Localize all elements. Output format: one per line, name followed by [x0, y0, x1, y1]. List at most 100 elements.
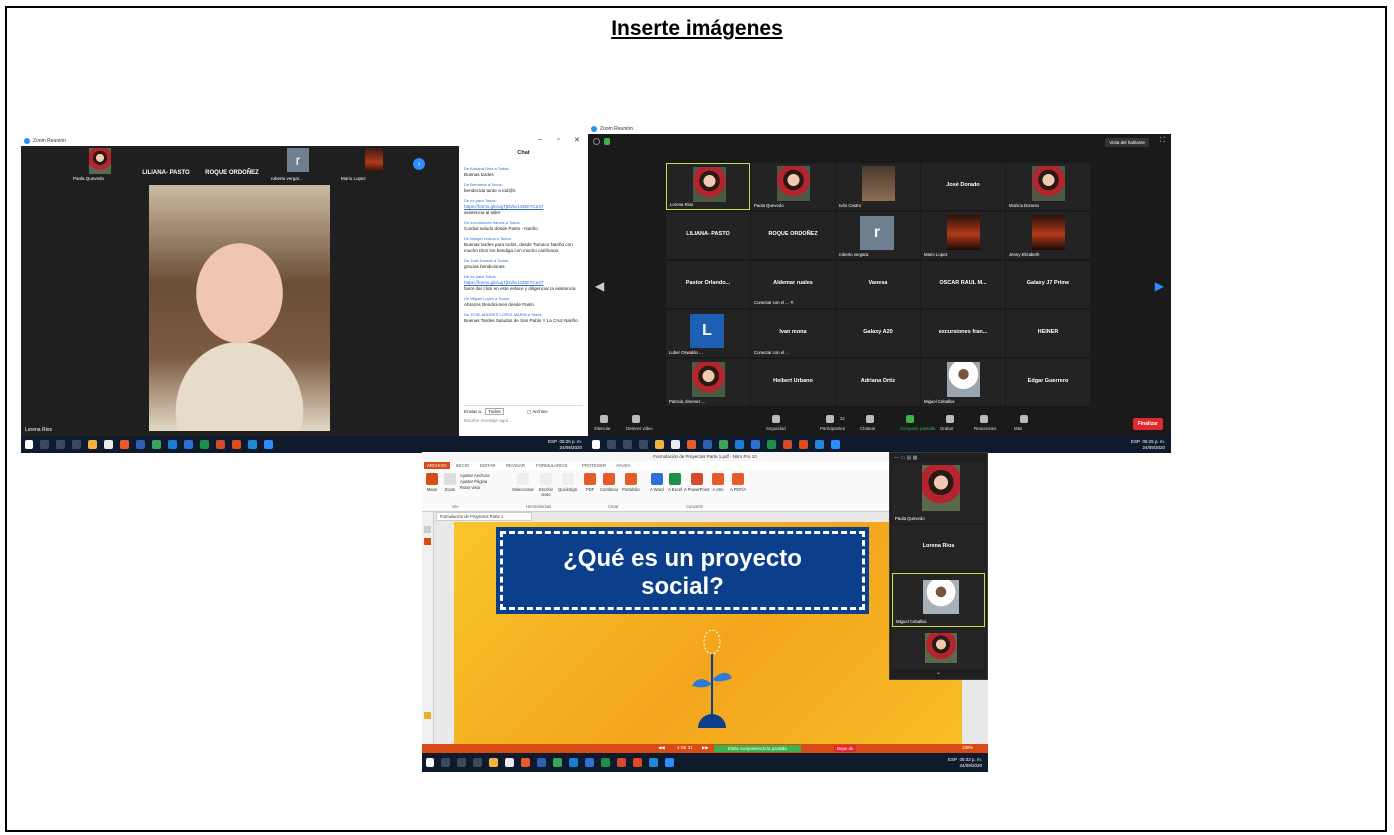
excel-icon[interactable] — [767, 440, 776, 449]
app-icon[interactable] — [703, 440, 712, 449]
strip-thumb[interactable]: r roberto vergar... — [269, 146, 335, 182]
participant-tile[interactable]: Pastor Orlando... — [666, 261, 750, 308]
panel-tile[interactable] — [892, 629, 985, 669]
type-text-button[interactable]: Escribir texto — [536, 473, 556, 497]
search-icon[interactable] — [441, 758, 450, 767]
word-icon[interactable] — [184, 440, 193, 449]
powerpoint-icon[interactable] — [617, 758, 626, 767]
strip-thumb[interactable]: Mario Lopez — [339, 146, 405, 182]
info-icon[interactable] — [593, 138, 600, 145]
to-other-button[interactable]: A otro — [712, 473, 724, 492]
file-explorer-icon[interactable] — [489, 758, 498, 767]
start-icon[interactable] — [426, 758, 434, 767]
powerpoint-icon[interactable] — [216, 440, 225, 449]
next-page-icon[interactable]: ▶ — [1155, 279, 1164, 293]
participant-tile[interactable]: Iván Castro — [836, 163, 920, 210]
quicksign-button[interactable]: QuickSign — [558, 473, 577, 492]
store-icon[interactable] — [671, 440, 680, 449]
participant-tile[interactable]: HEINER — [1006, 310, 1090, 357]
rotate-view-button[interactable]: Rotar vista — [460, 485, 490, 491]
firefox-icon[interactable] — [521, 758, 530, 767]
participant-tile[interactable]: Heibert Urbano — [751, 359, 835, 406]
prev-page-icon[interactable]: ◀ — [595, 279, 604, 293]
lang-indicator[interactable]: ESP — [548, 439, 557, 444]
task-view-icon[interactable] — [72, 440, 81, 449]
to-pdfa-button[interactable]: A PDF/A — [730, 473, 746, 492]
shield-icon[interactable] — [604, 138, 610, 145]
zoom-level[interactable]: 130% — [962, 745, 973, 750]
participant-tile[interactable]: Galaxy J7 Prime — [1006, 261, 1090, 308]
send-to-select[interactable]: Todos — [485, 408, 504, 415]
minimize-icon[interactable]: – — [538, 136, 542, 143]
chrome-icon[interactable] — [719, 440, 728, 449]
combine-button[interactable]: Combinar — [600, 473, 618, 492]
panel-tile[interactable]: Miguel Ceballos — [892, 573, 985, 627]
end-meeting-button[interactable]: Finalizar — [1132, 418, 1163, 430]
participant-tile[interactable]: Monica Donoso — [1006, 163, 1090, 210]
edge-icon[interactable] — [815, 440, 824, 449]
chrome-icon[interactable] — [553, 758, 562, 767]
lang-indicator[interactable]: ESP — [948, 757, 957, 762]
hand-tool-button[interactable]: Mano — [426, 473, 438, 492]
ribbon-tab[interactable]: AYUDA — [616, 463, 631, 468]
participant-tile[interactable]: Galaxy A20 — [836, 310, 920, 357]
app-icon[interactable] — [136, 440, 145, 449]
mail-icon[interactable] — [735, 440, 744, 449]
ribbon-tab[interactable]: EDITAR — [480, 463, 495, 468]
participant-tile[interactable]: excursiones fran... — [921, 310, 1005, 357]
participant-tile[interactable]: LILIANA- PASTO — [666, 212, 750, 259]
zoom-icon[interactable] — [264, 440, 273, 449]
ribbon-tab[interactable]: PROTEGER — [582, 463, 606, 468]
powerpoint-icon[interactable] — [783, 440, 792, 449]
store-icon[interactable] — [104, 440, 113, 449]
cortana-icon[interactable] — [623, 440, 632, 449]
to-excel-button[interactable]: A Excel — [668, 473, 682, 492]
panel-controls-icon[interactable]: — ▭ ▤ ▦ — [894, 455, 917, 461]
next-page-icon[interactable]: › — [413, 158, 425, 170]
word-icon[interactable] — [585, 758, 594, 767]
nitro-icon[interactable] — [633, 758, 642, 767]
mail-icon[interactable] — [168, 440, 177, 449]
file-icon[interactable]: ▢ — [527, 409, 531, 414]
participant-tile[interactable]: Paola Quevedo — [751, 163, 835, 210]
panel-tile[interactable]: Lorena Rios — [892, 525, 985, 571]
start-icon[interactable] — [25, 440, 33, 449]
excel-icon[interactable] — [601, 758, 610, 767]
participant-tile[interactable]: Adriana Ortiz — [836, 359, 920, 406]
ribbon-tab[interactable]: FORMULARIOS — [536, 463, 568, 468]
bookmarks-icon[interactable] — [424, 538, 431, 545]
firefox-icon[interactable] — [120, 440, 129, 449]
portfolio-button[interactable]: Portafolio — [622, 473, 640, 492]
edge-icon[interactable] — [248, 440, 257, 449]
participant-tile[interactable]: Mario Lopez — [921, 212, 1005, 259]
task-view-icon[interactable] — [639, 440, 648, 449]
participant-tile[interactable]: Patricia Jimenez ... — [666, 359, 750, 406]
select-button[interactable]: Seleccionar — [512, 473, 534, 492]
participant-tile[interactable]: Lorena Rios — [666, 163, 750, 210]
file-explorer-icon[interactable] — [88, 440, 97, 449]
file-button[interactable]: Archivo — [532, 409, 547, 414]
page-next-icon[interactable]: ▶▶ — [702, 745, 709, 751]
edge-icon[interactable] — [649, 758, 658, 767]
ribbon-tab[interactable]: REVISAR — [506, 463, 525, 468]
firefox-icon[interactable] — [687, 440, 696, 449]
zoom-icon[interactable] — [665, 758, 674, 767]
document-tab[interactable]: Formulación de Proyectos Parte 1 — [436, 512, 532, 521]
cortana-icon[interactable] — [56, 440, 65, 449]
app-icon[interactable] — [537, 758, 546, 767]
word-icon[interactable] — [751, 440, 760, 449]
stop-share-button[interactable]: Dejar de — [834, 745, 857, 752]
fullscreen-icon[interactable]: ⛶ — [1160, 137, 1165, 145]
participant-tile[interactable]: Edgar Guerrero — [1006, 359, 1090, 406]
zoom-button[interactable]: Zoom — [444, 473, 456, 492]
panel-tile[interactable]: Paola Quevedo — [892, 463, 985, 523]
search-icon[interactable] — [607, 440, 616, 449]
participant-tile[interactable]: r roberto vergara — [836, 212, 920, 259]
comments-icon[interactable] — [424, 712, 431, 719]
nitro-icon[interactable] — [232, 440, 241, 449]
excel-icon[interactable] — [200, 440, 209, 449]
task-view-icon[interactable] — [473, 758, 482, 767]
participant-tile[interactable]: Jenny Elizabeth — [1006, 212, 1090, 259]
pages-icon[interactable] — [424, 526, 431, 533]
lang-indicator[interactable]: ESP — [1131, 439, 1140, 444]
